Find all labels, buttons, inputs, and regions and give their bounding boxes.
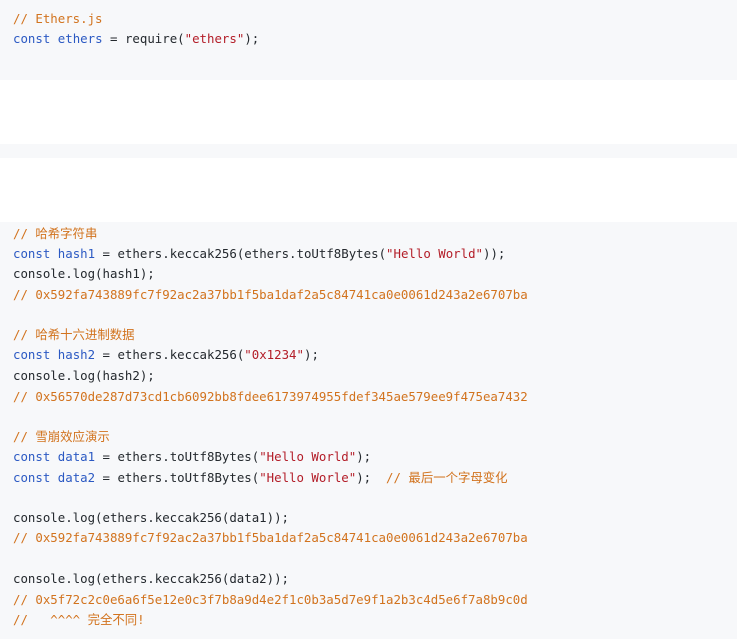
code-variable: data2 — [57, 470, 96, 485]
code-line: // 0x56570de287d73cd1cb6092bb8fdee617397… — [13, 387, 528, 407]
code-block-hashing: // 哈希字符串 const hash1 = ethers.keccak256(… — [0, 222, 737, 639]
code-comment: // 0x592fa743889fc7f92ac2a37bb1f5ba1daf2… — [13, 530, 528, 545]
code-text: ); — [356, 449, 372, 464]
code-variable: hash2 — [57, 347, 96, 362]
code-text: console.log(ethers.keccak256(data1)); — [13, 510, 290, 525]
code-text: = ethers.toUtf8Bytes( — [95, 449, 260, 464]
code-string: "ethers" — [184, 31, 245, 46]
code-line: const hash1 = ethers.keccak256(ethers.to… — [13, 244, 505, 264]
code-keyword: const — [13, 449, 51, 464]
code-text: console.log(hash1); — [13, 266, 155, 281]
code-variable: data1 — [57, 449, 96, 464]
code-line: const hash2 = ethers.keccak256("0x1234")… — [13, 345, 319, 365]
code-text: ); — [303, 347, 319, 362]
code-block-empty — [0, 144, 737, 158]
code-line: console.log(ethers.keccak256(data1)); — [13, 508, 289, 528]
code-text: console.log(hash2); — [13, 368, 155, 383]
code-text: ); — [244, 31, 260, 46]
code-line: // ^^^^ 完全不同! — [13, 610, 145, 630]
code-comment: // 最后一个字母变化 — [386, 470, 508, 485]
code-keyword: const — [13, 347, 51, 362]
code-keyword: const — [13, 31, 51, 46]
code-line: const ethers = require("ethers"); — [13, 29, 259, 49]
code-comment: // Ethers.js — [13, 11, 103, 26]
code-line: // Ethers.js — [13, 9, 103, 29]
code-text: = ethers.keccak256(ethers.toUtf8Bytes( — [95, 246, 387, 261]
code-comment: // 哈希字符串 — [13, 226, 98, 241]
code-string: "0x1234" — [244, 347, 304, 362]
code-line: // 0x592fa743889fc7f92ac2a37bb1f5ba1daf2… — [13, 285, 528, 305]
code-block-imports: // Ethers.js const ethers = require("eth… — [0, 0, 737, 80]
code-line: console.log(ethers.keccak256(data2)); — [13, 569, 289, 589]
code-line: console.log(hash1); — [13, 264, 155, 284]
code-comment: // 0x56570de287d73cd1cb6092bb8fdee617397… — [13, 389, 528, 404]
code-text: = ethers.keccak256( — [95, 347, 245, 362]
code-comment: // ^^^^ 完全不同! — [13, 612, 145, 627]
code-comment: // 0x592fa743889fc7f92ac2a37bb1f5ba1daf2… — [13, 287, 528, 302]
code-line: // 哈希字符串 — [13, 224, 97, 244]
code-comment: // 雪崩效应演示 — [13, 429, 110, 444]
code-text: = — [102, 31, 125, 46]
code-text: console.log(ethers.keccak256(data2)); — [13, 571, 290, 586]
code-text: require( — [124, 31, 185, 46]
code-line: // 0x5f72c2c0e6a6f5e12e0c3f7b8a9d4e2f1c0… — [13, 590, 528, 610]
code-line: // 哈希十六进制数据 — [13, 325, 135, 345]
code-comment: // 哈希十六进制数据 — [13, 327, 135, 342]
page: // Ethers.js const ethers = require("eth… — [0, 0, 737, 639]
code-string: "Hello World" — [259, 449, 357, 464]
code-string: "Hello World" — [386, 246, 484, 261]
code-keyword: const — [13, 246, 51, 261]
code-line: const data2 = ethers.toUtf8Bytes("Hello … — [13, 468, 508, 488]
code-variable: ethers — [57, 31, 103, 46]
code-line: console.log(hash2); — [13, 366, 155, 386]
code-comment: // 0x5f72c2c0e6a6f5e12e0c3f7b8a9d4e2f1c0… — [13, 592, 528, 607]
code-line: // 0x592fa743889fc7f92ac2a37bb1f5ba1daf2… — [13, 528, 528, 548]
code-line: const data1 = ethers.toUtf8Bytes("Hello … — [13, 447, 371, 467]
code-text: ); — [356, 470, 387, 485]
code-keyword: const — [13, 470, 51, 485]
code-string: "Hello Worle" — [259, 470, 357, 485]
code-line: // 雪崩效应演示 — [13, 427, 110, 447]
code-variable: hash1 — [57, 246, 96, 261]
code-text: = ethers.toUtf8Bytes( — [95, 470, 260, 485]
code-text: )); — [483, 246, 506, 261]
